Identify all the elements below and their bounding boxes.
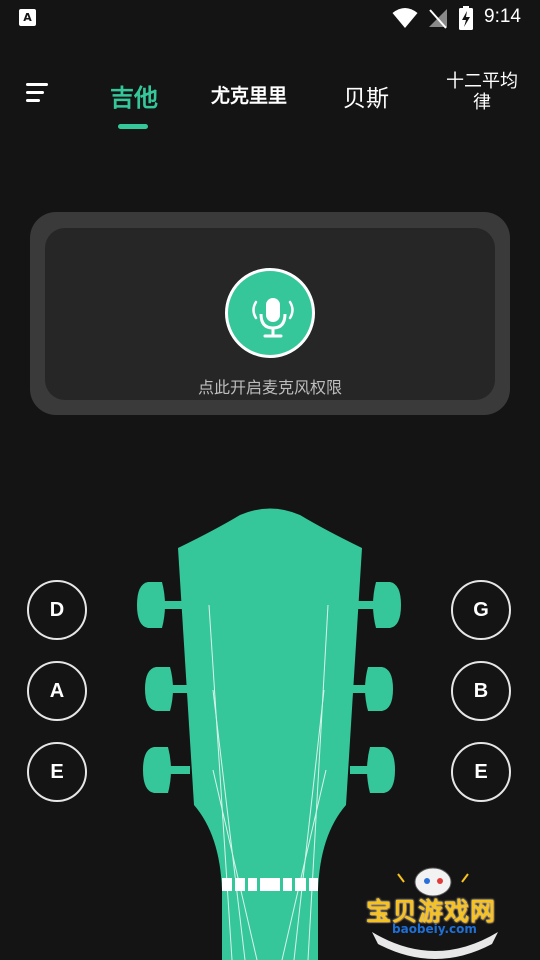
enable-mic-button[interactable]: [225, 268, 315, 358]
tuner-screen: A 9:14 吉他 尤克里里 贝斯 十二平均律 点此开启麦克风权限 D A E …: [0, 0, 540, 960]
watermark-url: baobeiy.com: [392, 922, 477, 936]
status-bar: A 9:14: [0, 0, 540, 36]
watermark-logo: 宝贝游戏网 baobeiy.com: [360, 862, 510, 960]
string-button-a[interactable]: A: [27, 661, 87, 721]
clock: 9:14: [484, 6, 521, 27]
tuning-peg-right-1: [356, 582, 401, 628]
tab-guitar[interactable]: 吉他: [104, 78, 164, 113]
string-button-g[interactable]: G: [451, 580, 511, 640]
tuning-peg-right-3: [350, 747, 395, 793]
menu-button[interactable]: [22, 80, 52, 106]
string-button-b[interactable]: B: [451, 661, 511, 721]
guitar-nut: [222, 878, 318, 891]
menu-icon: [26, 83, 48, 86]
tab-twelve-tone-equal[interactable]: 十二平均律: [440, 71, 524, 113]
string-button-d[interactable]: D: [27, 580, 87, 640]
headstock-body: [178, 508, 362, 960]
tab-bass[interactable]: 贝斯: [336, 79, 396, 113]
signal-off-icon: [429, 9, 447, 29]
active-tab-indicator: [118, 124, 148, 129]
string-button-low-e[interactable]: E: [27, 742, 87, 802]
mic-permission-label: 点此开启麦克风权限: [197, 378, 342, 397]
tuning-peg-left-2: [145, 667, 190, 711]
tuning-peg-left-1: [137, 582, 182, 628]
wifi-icon: [392, 8, 418, 28]
microphone-icon: [252, 298, 294, 338]
string-button-high-e[interactable]: E: [451, 742, 511, 802]
tuning-peg-right-2: [350, 667, 393, 711]
tuning-peg-left-3: [143, 747, 190, 793]
battery-charging-icon: [459, 6, 473, 30]
menu-icon-line: [26, 91, 44, 94]
tab-ukulele[interactable]: 尤克里里: [206, 81, 292, 108]
menu-icon-line: [26, 99, 40, 102]
notification-app-icon: A: [19, 9, 36, 26]
